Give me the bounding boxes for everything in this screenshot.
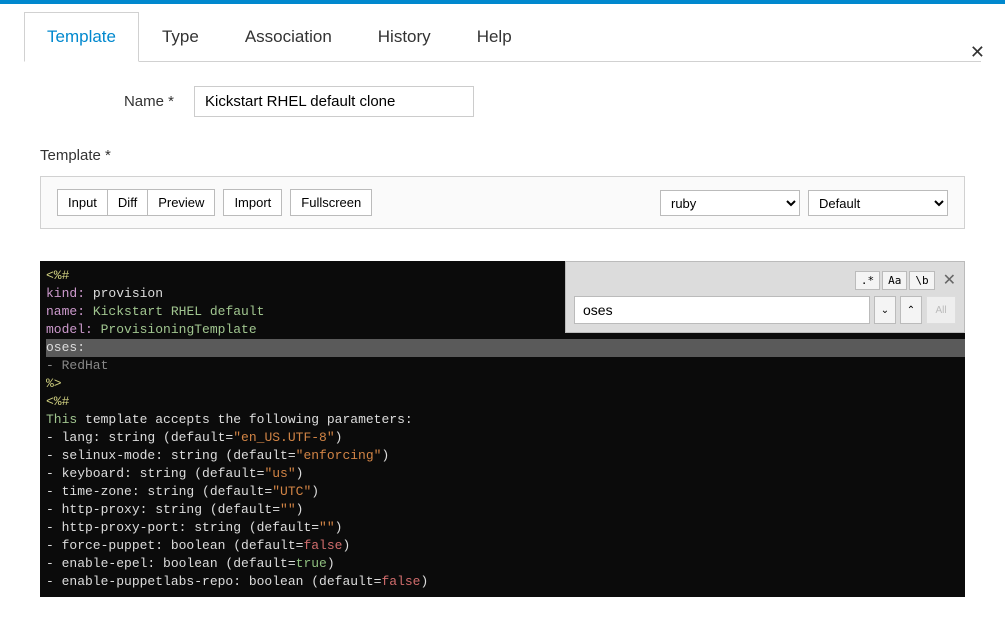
tab-history[interactable]: History <box>355 12 454 62</box>
code-line: %> <box>46 376 62 391</box>
tab-bar: Template Type Association History Help <box>24 12 981 62</box>
editor-toolbar: Input Diff Preview Import Fullscreen rub… <box>40 176 965 229</box>
tab-help[interactable]: Help <box>454 12 535 62</box>
search-input[interactable] <box>574 296 870 324</box>
template-label: Template * <box>40 147 981 164</box>
code-line: name: <box>46 304 85 319</box>
name-label: Name * <box>24 93 194 110</box>
search-all-button[interactable]: All <box>926 296 956 324</box>
search-next-button[interactable]: ⌄ <box>874 296 896 324</box>
code-line: <%# <box>46 394 69 409</box>
close-search-icon[interactable]: ✕ <box>943 270 956 290</box>
keybinding-select[interactable]: Default <box>808 190 948 216</box>
input-button[interactable]: Input <box>57 189 108 216</box>
regex-toggle[interactable]: .* <box>855 271 880 290</box>
highlighted-line: oses: <box>46 339 965 357</box>
code-line: model: <box>46 322 93 337</box>
tab-association[interactable]: Association <box>222 12 355 62</box>
chevron-down-icon: ⌄ <box>881 305 889 316</box>
close-icon[interactable]: ✕ <box>970 42 985 63</box>
name-field[interactable] <box>194 86 474 117</box>
tab-type[interactable]: Type <box>139 12 222 62</box>
search-prev-button[interactable]: ⌃ <box>900 296 922 324</box>
tab-template[interactable]: Template <box>24 12 139 62</box>
fullscreen-button[interactable]: Fullscreen <box>290 189 372 216</box>
case-toggle[interactable]: Aa <box>882 271 907 290</box>
code-line: kind: <box>46 286 85 301</box>
import-button[interactable]: Import <box>223 189 282 216</box>
code-line: <%# <box>46 268 69 283</box>
syntax-select[interactable]: ruby <box>660 190 800 216</box>
search-panel: .* Aa \b ✕ ⌄ ⌃ All <box>565 261 965 333</box>
wholeword-toggle[interactable]: \b <box>909 271 934 290</box>
code-line: - RedHat <box>46 358 108 373</box>
diff-button[interactable]: Diff <box>108 189 148 216</box>
preview-button[interactable]: Preview <box>148 189 215 216</box>
chevron-up-icon: ⌃ <box>907 305 915 316</box>
